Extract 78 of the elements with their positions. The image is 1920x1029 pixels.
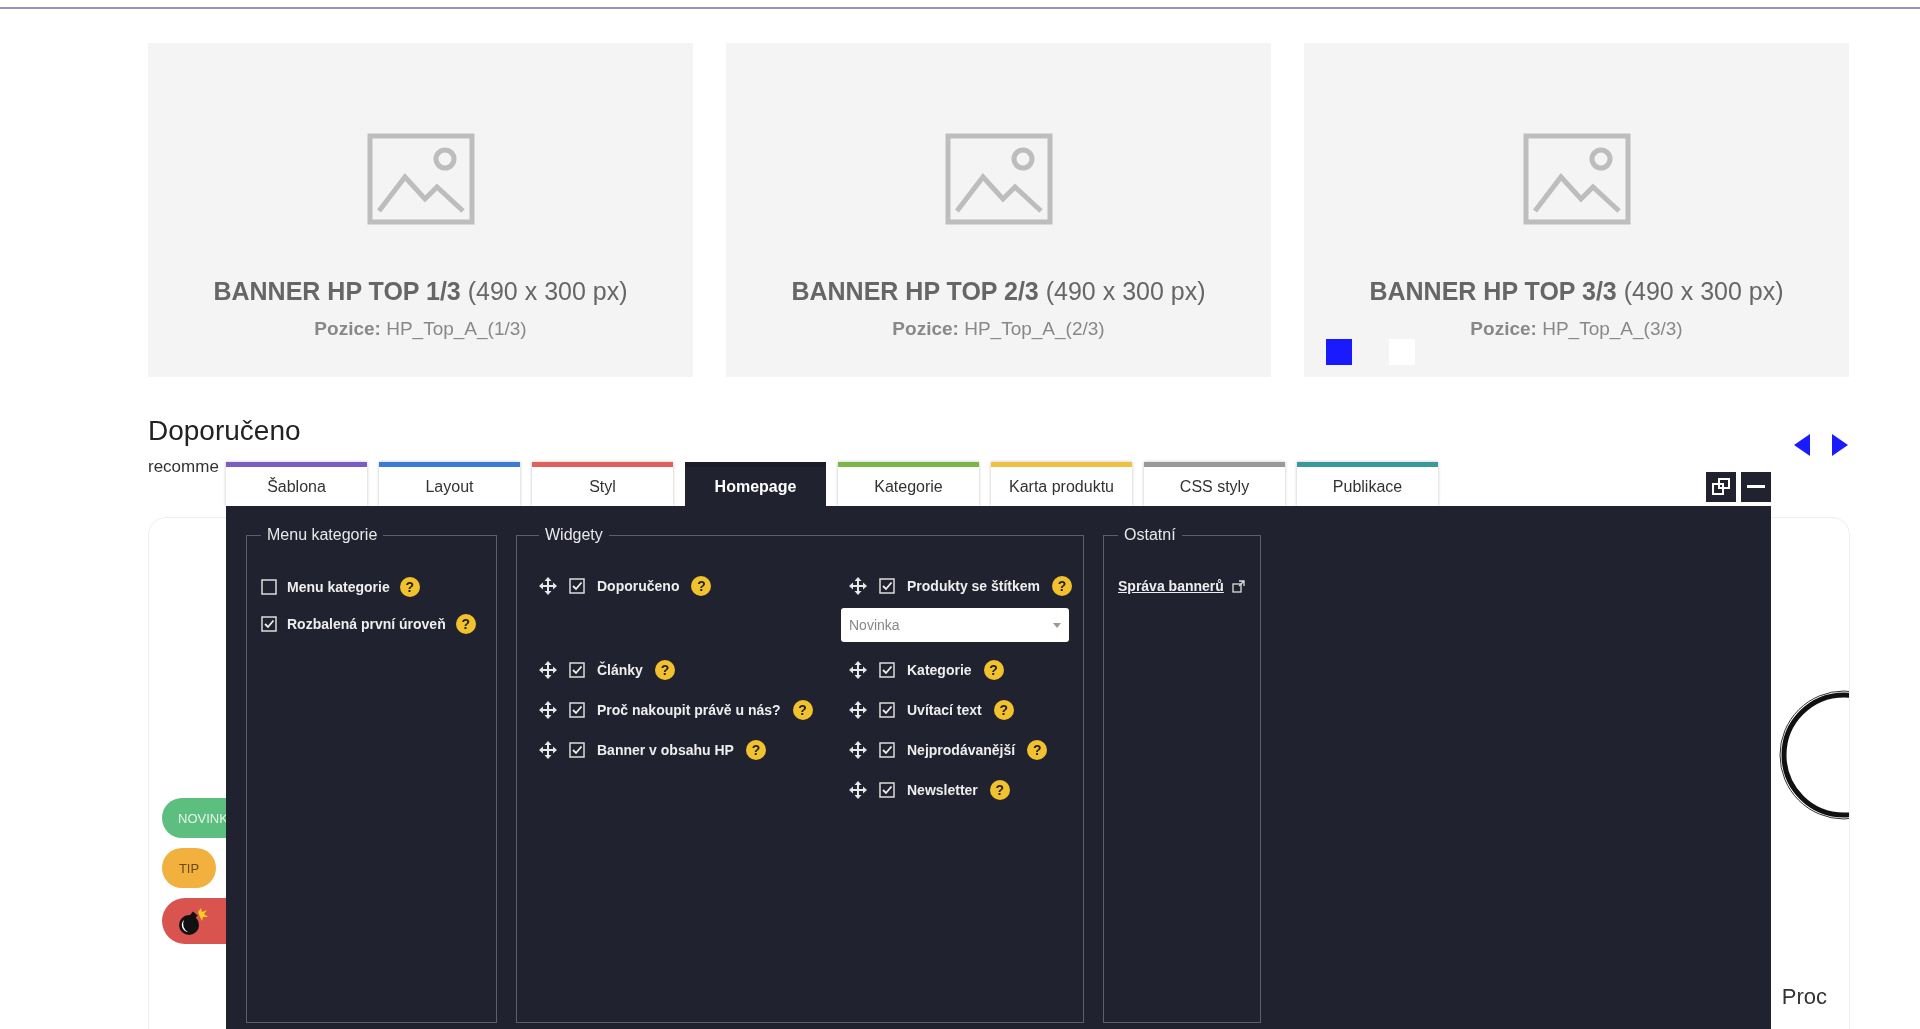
external-link-icon[interactable] [1231,579,1245,593]
banner-management-link[interactable]: Správa bannerů [1118,578,1224,594]
move-icon[interactable] [539,577,557,595]
banner-position: Pozice: HP_Top_A_(3/3) [1470,318,1683,340]
help-icon[interactable]: ? [989,780,1010,800]
banner-title: BANNER HP TOP 3/3 (490 x 300 px) [1369,277,1784,306]
option-label: Menu kategorie [287,578,390,595]
checkbox[interactable] [879,578,895,594]
checkbox[interactable] [261,615,277,632]
widget-label: Kategorie [907,662,972,678]
help-icon[interactable]: ? [399,576,420,597]
bomb-icon [178,906,210,936]
editor-tab[interactable]: Karta produktu [991,462,1132,506]
help-icon[interactable]: ? [455,613,476,634]
help-icon[interactable]: ? [792,700,813,720]
banner-title: BANNER HP TOP 1/3 (490 x 300 px) [213,277,628,306]
move-icon[interactable] [849,701,867,719]
editor-tab[interactable]: Styl [532,462,673,506]
banner-position: Pozice: HP_Top_A_(2/3) [892,318,1105,340]
help-icon[interactable]: ? [1052,576,1073,596]
widget-label: Newsletter [907,782,978,798]
checkbox[interactable] [261,578,277,595]
image-placeholder-icon [366,133,475,225]
checkbox[interactable] [569,702,585,718]
restore-icon [1711,477,1731,497]
checkbox[interactable] [569,742,585,758]
image-placeholder-icon [944,133,1053,225]
minimize-button[interactable] [1741,472,1771,502]
widget-label: Banner v obsahu HP [597,742,734,758]
group-title: Widgety [544,526,604,544]
move-icon[interactable] [539,661,557,679]
help-icon[interactable]: ? [691,576,712,596]
checkbox[interactable] [879,662,895,678]
widget-label: Nejprodávanější [907,742,1016,758]
editor-tab[interactable]: CSS styly [1144,462,1285,506]
widget-label: Doporučeno [597,578,680,594]
minimize-icon [1747,485,1765,489]
next-arrow-icon[interactable] [1830,433,1850,457]
widget-label: Produkty se štítkem [907,578,1041,594]
product-title: Proc [1781,984,1827,1010]
group-title: Ostatní [1123,526,1177,544]
editor-tab[interactable]: Kategorie [838,462,979,506]
caret-icon [1053,622,1061,628]
section-subtitle: recomme [148,457,220,477]
checkbox[interactable] [569,578,585,594]
move-icon[interactable] [849,781,867,799]
help-icon[interactable]: ? [654,660,675,680]
banner-title: BANNER HP TOP 2/3 (490 x 300 px) [791,277,1206,306]
product-badge: NOVINK [162,798,226,838]
group-title: Menu kategorie [266,526,379,544]
move-icon[interactable] [849,661,867,679]
editor-tab[interactable]: Šablona [226,462,367,506]
previous-arrow-icon[interactable] [1792,433,1812,457]
move-icon[interactable] [849,741,867,759]
checkbox[interactable] [879,702,895,718]
option-label: Rozbalená první úroveň [287,615,446,632]
editor-tab[interactable]: Layout [379,462,520,506]
image-placeholder-icon [1522,133,1631,225]
help-icon[interactable]: ? [745,740,766,760]
move-icon[interactable] [539,701,557,719]
editor-tab[interactable]: Homepage [685,462,826,506]
move-icon[interactable] [849,577,867,595]
help-icon[interactable]: ? [993,700,1014,720]
label-dropdown[interactable]: Novinka [841,608,1069,642]
checkbox[interactable] [879,782,895,798]
detach-button[interactable] [1706,472,1736,502]
move-icon[interactable] [539,741,557,759]
checkbox[interactable] [569,662,585,678]
banner-position: Pozice: HP_Top_A_(1/3) [314,318,527,340]
help-icon[interactable]: ? [983,660,1004,680]
product-badge: TIP [162,848,216,888]
checkbox[interactable] [879,742,895,758]
widget-label: Články [597,662,643,678]
editor-tab[interactable]: Publikace [1297,462,1438,506]
help-icon[interactable]: ? [1027,740,1048,760]
section-title: Doporučeno [148,415,301,447]
widget-label: Proč nakoupit právě u nás? [597,702,781,718]
widget-label: Uvítací text [907,702,982,718]
